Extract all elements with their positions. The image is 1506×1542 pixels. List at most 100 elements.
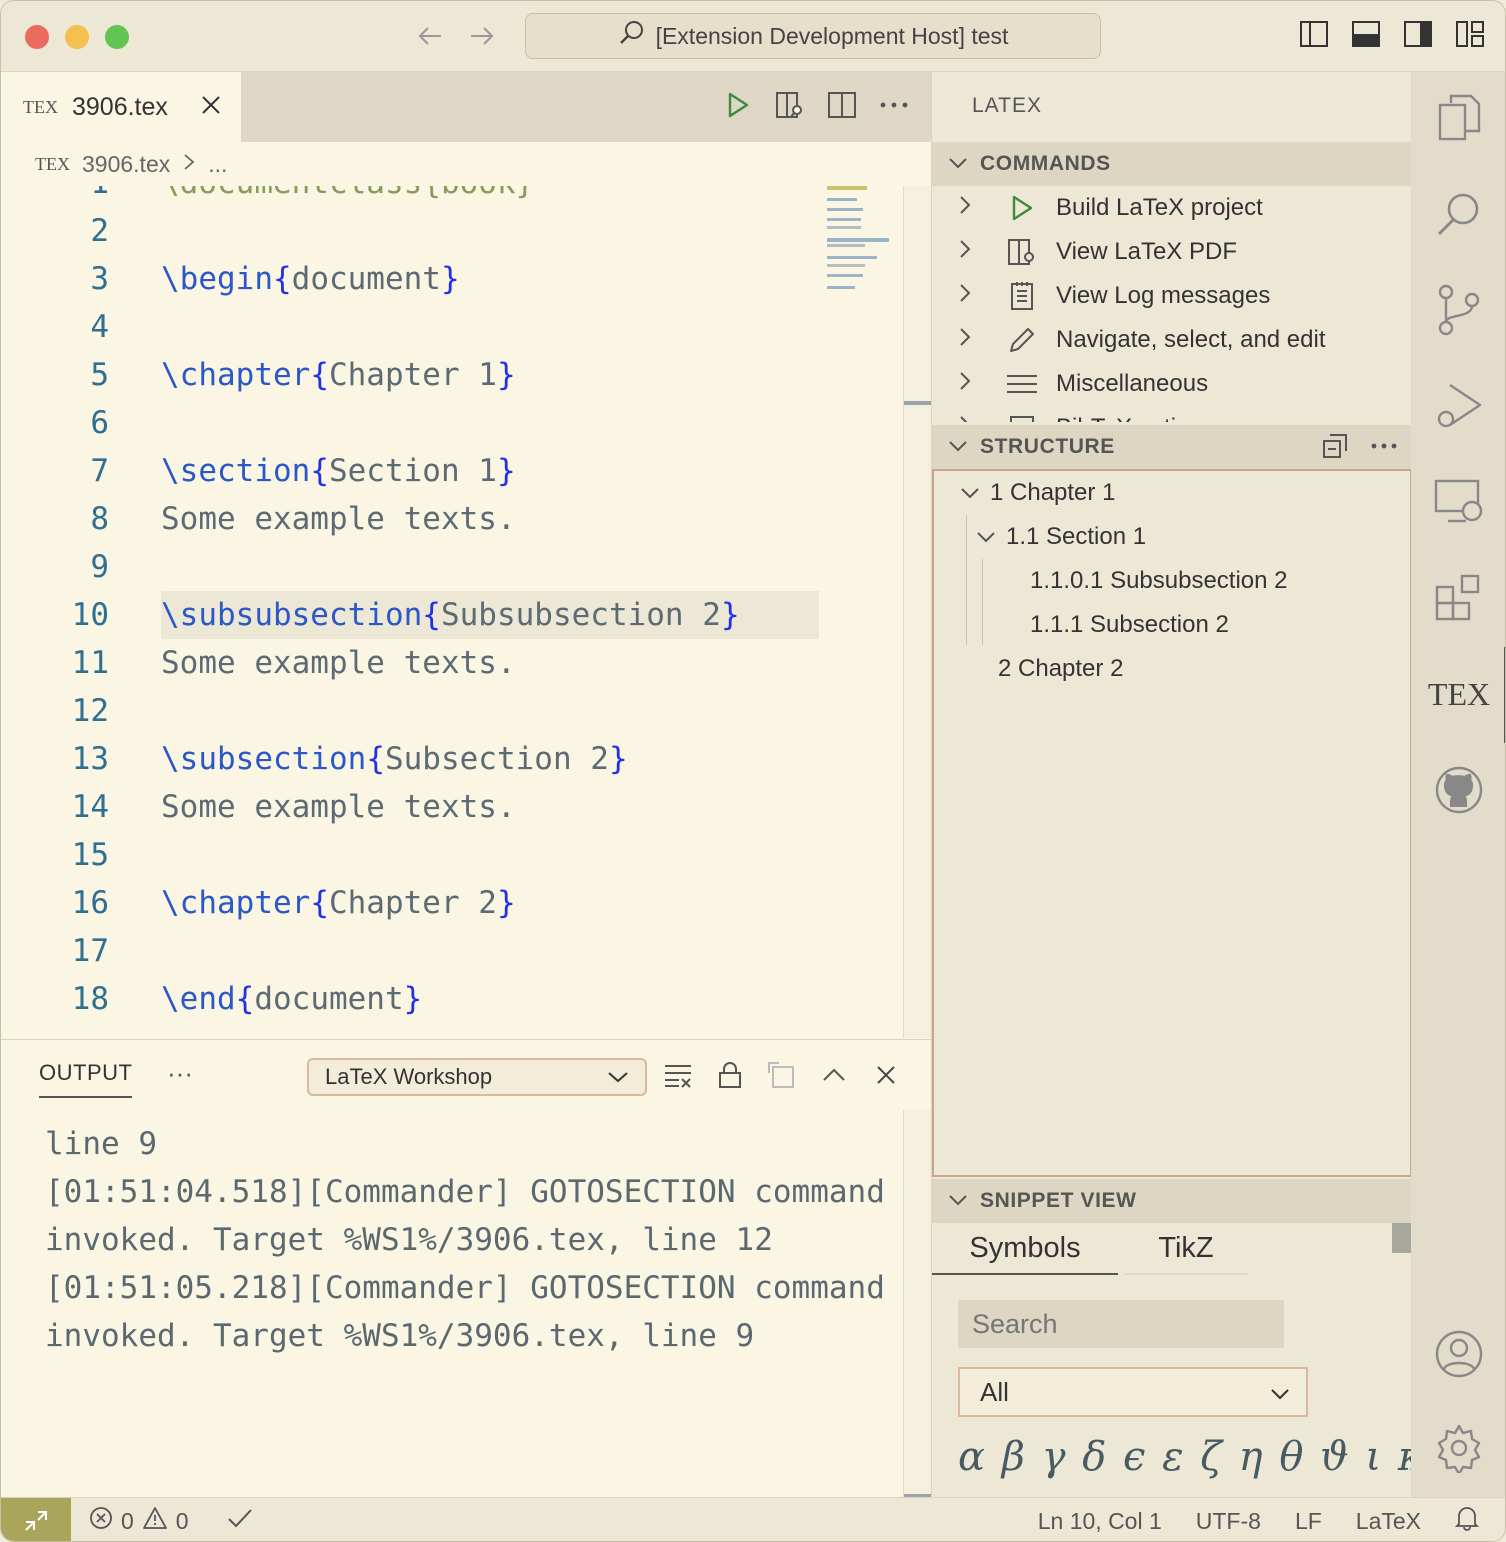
maximize-panel-icon[interactable] <box>819 1060 849 1090</box>
structure-item-section-1[interactable]: 1.1 Section 1 <box>976 515 1146 559</box>
tab-symbols[interactable]: Symbols <box>932 1223 1118 1275</box>
token-cmd: \chapter <box>161 885 311 921</box>
command-navigate[interactable]: Navigate, select, and edit <box>932 318 1412 362</box>
command-label: Build LaTeX project <box>1056 194 1263 221</box>
code-line[interactable]: 1 \documentclass{book} <box>1 186 831 207</box>
code-line[interactable]: 18 \end{document} <box>1 975 831 1023</box>
output-scrollbar[interactable] <box>903 1110 932 1498</box>
tex-icon[interactable]: TEX <box>1428 668 1490 720</box>
view-pdf-icon[interactable] <box>775 90 805 120</box>
close-panel-icon[interactable] <box>871 1060 901 1090</box>
snippet-scrollbar[interactable] <box>1392 1223 1412 1253</box>
command-view-pdf[interactable]: View LaTeX PDF <box>932 230 1412 274</box>
notifications-bell-icon[interactable] <box>1454 1505 1480 1537</box>
command-center[interactable]: [Extension Development Host] test <box>525 13 1101 59</box>
forward-arrow-icon[interactable] <box>467 21 497 57</box>
code-line[interactable]: 16 \chapter{Chapter 2} <box>1 879 831 927</box>
command-view-log[interactable]: View Log messages <box>932 274 1412 318</box>
symbol-search-input[interactable] <box>958 1300 1284 1348</box>
snippet-view-section-header[interactable]: SNIPPET VIEW <box>932 1179 1412 1223</box>
toggle-primary-sidebar-icon[interactable] <box>1299 19 1329 49</box>
chevron-down-icon <box>948 435 968 459</box>
source-control-icon[interactable] <box>1433 284 1485 336</box>
run-debug-icon[interactable] <box>1433 380 1485 432</box>
toggle-secondary-sidebar-icon[interactable] <box>1403 19 1433 49</box>
code-line[interactable]: 6 <box>1 399 831 447</box>
structure-label: 1.1.0.1 Subsubsection 2 <box>1030 567 1288 594</box>
code-line[interactable]: 2 <box>1 207 831 255</box>
back-arrow-icon[interactable] <box>415 21 445 57</box>
toggle-panel-icon[interactable] <box>1351 19 1381 49</box>
structure-item-subsubsection-2[interactable]: 1.1.0.1 Subsubsection 2 <box>1030 559 1288 603</box>
structure-item-subsection-2[interactable]: 1.1.1 Subsection 2 <box>1030 603 1229 647</box>
customize-layout-icon[interactable] <box>1455 19 1485 49</box>
code-line[interactable]: 3 \begin{document} <box>1 255 831 303</box>
code-line[interactable]: 12 <box>1 687 831 735</box>
minimize-window-button[interactable] <box>65 25 89 49</box>
minimap[interactable] <box>827 186 891 296</box>
commands-section-header[interactable]: COMMANDS <box>932 142 1412 186</box>
code-line[interactable]: 11 Some example texts. <box>1 639 831 687</box>
code-line[interactable]: 15 <box>1 831 831 879</box>
explorer-icon[interactable] <box>1433 92 1485 144</box>
clear-output-icon[interactable] <box>663 1060 693 1090</box>
editor-tab-bar: TEX 3906.tex <box>1 72 931 142</box>
token-text: Some example texts. <box>161 789 516 825</box>
extensions-icon[interactable] <box>1433 572 1485 624</box>
structure-item-chapter-1[interactable]: 1 Chapter 1 <box>960 471 1115 515</box>
line-number: 3 <box>90 261 109 297</box>
editor-tab[interactable]: TEX 3906.tex <box>1 72 241 142</box>
cursor-position[interactable]: Ln 10, Col 1 <box>1038 1508 1162 1535</box>
log-icon <box>1002 281 1042 311</box>
editor-scrollbar[interactable] <box>903 186 932 1038</box>
build-play-icon[interactable] <box>723 90 753 120</box>
code-editor[interactable]: 1\documentclass{book}23\begin{document}4… <box>1 186 903 1038</box>
code-line[interactable]: 13 \subsection{Subsection 2} <box>1 735 831 783</box>
collapse-all-icon[interactable] <box>1322 433 1348 465</box>
check-icon[interactable] <box>227 1507 253 1535</box>
symbol-grid[interactable]: α β γ δ ϵ ε ζ η θ ϑ ι κ λ <box>958 1434 1468 1480</box>
code-line[interactable]: 9 <box>1 543 831 591</box>
command-bibtex[interactable]: BibTeX actions <box>932 406 1412 422</box>
panel-more-icon[interactable]: ··· <box>167 1058 193 1089</box>
command-misc[interactable]: Miscellaneous <box>932 362 1412 406</box>
code-line[interactable]: 17 <box>1 927 831 975</box>
code-line[interactable]: 7 \section{Section 1} <box>1 447 831 495</box>
split-editor-icon[interactable] <box>827 90 857 120</box>
structure-more-icon[interactable] <box>1370 433 1398 465</box>
line-ending[interactable]: LF <box>1295 1508 1322 1535</box>
line-number: 15 <box>71 837 109 873</box>
settings-gear-icon[interactable] <box>1433 1422 1485 1474</box>
close-tab-icon[interactable] <box>200 92 222 123</box>
problems-indicator[interactable]: 0 0 <box>89 1498 253 1541</box>
code-line[interactable]: 5 \chapter{Chapter 1} <box>1 351 831 399</box>
symbol-category-select[interactable]: All <box>958 1367 1308 1417</box>
lock-icon[interactable] <box>715 1060 745 1090</box>
more-actions-icon[interactable] <box>879 90 909 120</box>
structure-section-header[interactable]: STRUCTURE <box>932 425 1412 469</box>
token-arg: Chapter 1 <box>328 357 497 393</box>
code-line[interactable]: 8 Some example texts. <box>1 495 831 543</box>
tab-output[interactable]: OUTPUT <box>39 1060 133 1098</box>
breadcrumb-symbol[interactable]: ... <box>208 151 227 178</box>
structure-item-chapter-2[interactable]: 2 Chapter 2 <box>998 647 1123 691</box>
zoom-window-button[interactable] <box>105 25 129 49</box>
code-line[interactable]: 10 \subsubsection{Subsubsection 2} <box>1 591 831 639</box>
file-encoding[interactable]: UTF-8 <box>1196 1508 1261 1535</box>
close-window-button[interactable] <box>25 25 49 49</box>
open-in-editor-icon[interactable] <box>767 1060 797 1090</box>
code-line[interactable]: 4 <box>1 303 831 351</box>
search-icon[interactable] <box>1433 188 1485 240</box>
language-mode[interactable]: LaTeX <box>1356 1508 1421 1535</box>
code-line[interactable]: 14 Some example texts. <box>1 783 831 831</box>
tab-tikz[interactable]: TikZ <box>1124 1223 1248 1275</box>
remote-explorer-icon[interactable] <box>1433 476 1485 528</box>
breadcrumb-file[interactable]: 3906.tex <box>82 151 170 178</box>
output-channel-select[interactable]: LaTeX Workshop <box>307 1058 647 1096</box>
github-icon[interactable] <box>1433 764 1485 816</box>
account-icon[interactable] <box>1433 1328 1485 1380</box>
tab-label: 3906.tex <box>72 92 168 121</box>
command-build[interactable]: Build LaTeX project <box>932 186 1412 230</box>
remote-indicator-icon[interactable] <box>1 1498 71 1541</box>
